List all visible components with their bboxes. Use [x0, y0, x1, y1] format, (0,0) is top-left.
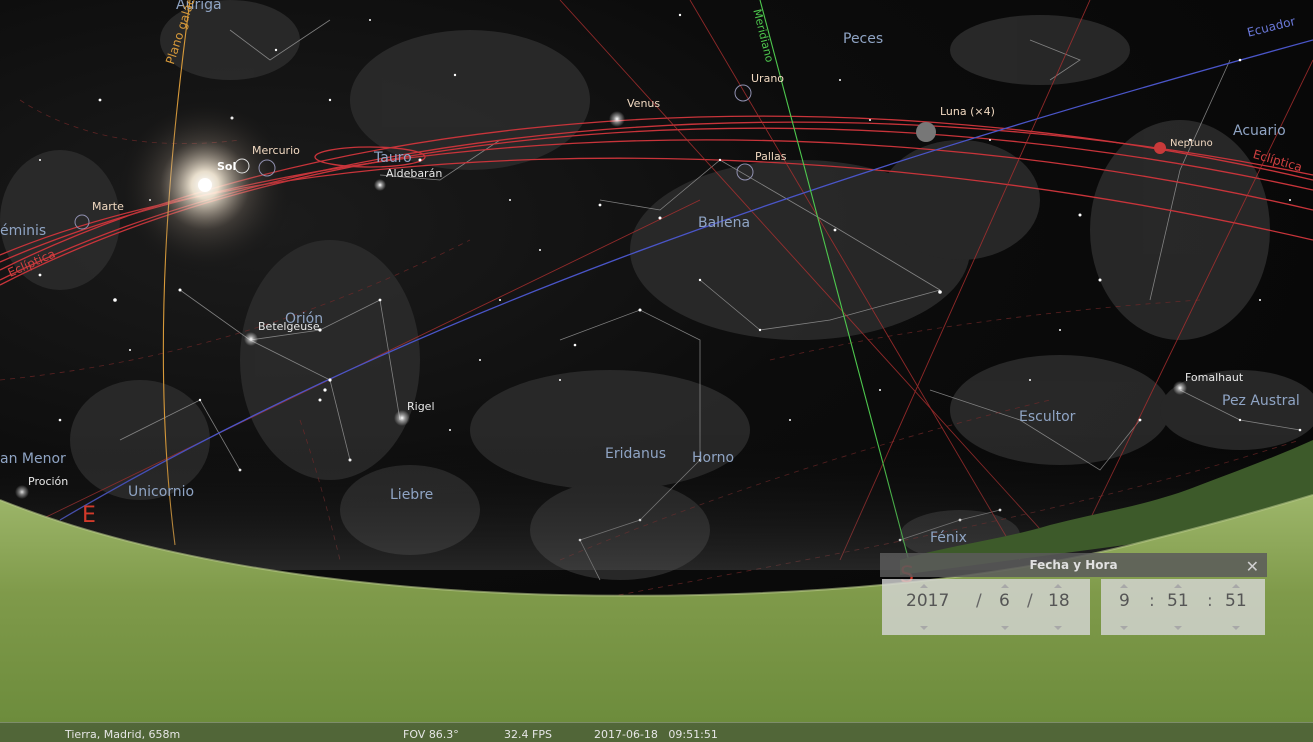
sun-disc	[198, 178, 212, 192]
moon-disc	[916, 122, 936, 142]
venus-planet	[609, 111, 625, 127]
constellation-label-monoceros: Unicornio	[128, 484, 195, 500]
second-up-icon[interactable]	[1232, 584, 1240, 588]
year-spinner[interactable]: 2017	[902, 579, 952, 635]
close-icon[interactable]: ✕	[1246, 555, 1259, 579]
month-field[interactable]: 6	[999, 591, 1010, 611]
aldebaran-star	[374, 179, 386, 191]
second-field[interactable]: 51	[1225, 591, 1247, 611]
sky-view[interactable]: Auriga Peces Acuario Tauro éminis Ballen…	[0, 0, 1313, 742]
year-field[interactable]: 2017	[906, 591, 949, 611]
location-text: Tierra, Madrid, 658m	[65, 728, 181, 741]
planet-label-mercury: Mercurio	[252, 144, 300, 157]
constellation-label-fornax: Horno	[692, 450, 735, 466]
status-bar: Tierra, Madrid, 658m FOV 86.3° 32.4 FPS …	[0, 722, 1313, 742]
star-label-aldebaran: Aldebarán	[386, 167, 443, 180]
day-field[interactable]: 18	[1048, 591, 1070, 611]
planet-label-moon: Luna (×4)	[940, 105, 995, 118]
minute-up-icon[interactable]	[1174, 584, 1182, 588]
second-spinner[interactable]: 51	[1219, 579, 1253, 635]
constellation-label-gemini: éminis	[0, 223, 47, 239]
month-up-icon[interactable]	[1001, 584, 1009, 588]
constellation-label-pisces: Peces	[843, 31, 884, 47]
constellation-label-phoenix: Fénix	[930, 530, 967, 546]
star-label-betelgeuse: Betelgeuse	[258, 320, 320, 333]
constellation-label-taurus: Tauro	[374, 150, 412, 166]
uranus-marker	[734, 84, 752, 102]
betelgeuse-star	[244, 332, 258, 346]
planet-label-venus: Venus	[627, 97, 661, 110]
hour-up-icon[interactable]	[1120, 584, 1128, 588]
fov-text: FOV 86.3°	[403, 728, 459, 741]
time-panel: 9 : 51 : 51	[1101, 579, 1265, 635]
hour-down-icon[interactable]	[1120, 626, 1128, 630]
planet-label-mars: Marte	[92, 200, 124, 213]
month-spinner[interactable]: 6	[992, 579, 1018, 635]
star-label-procyon: Proción	[28, 475, 69, 488]
neptune-marker	[1154, 142, 1166, 154]
constellation-label-eridanus: Eridanus	[605, 446, 666, 462]
fps-text: 32.4 FPS	[504, 728, 552, 741]
time-separator: :	[1149, 591, 1155, 611]
date-time-dialog: Fecha y Hora ✕ 2017 / 6 / 18 9: 51: 51	[880, 553, 1267, 637]
star-label-fomalhaut: Fomalhaut	[1185, 371, 1244, 384]
dialog-title: Fecha y Hora	[1029, 558, 1118, 572]
hour-field[interactable]: 9	[1119, 591, 1130, 611]
year-down-icon[interactable]	[920, 626, 928, 630]
date-separator: /	[1027, 591, 1033, 611]
day-down-icon[interactable]	[1054, 626, 1062, 630]
constellation-label-sculptor: Escultor	[1019, 409, 1076, 425]
hour-spinner[interactable]: 9	[1111, 579, 1137, 635]
minute-spinner[interactable]: 51	[1161, 579, 1195, 635]
year-up-icon[interactable]	[920, 584, 928, 588]
day-spinner[interactable]: 18	[1042, 579, 1076, 635]
constellation-label-aquarius: Acuario	[1233, 123, 1286, 139]
constellation-label-cetus: Ballena	[698, 215, 751, 231]
minute-field[interactable]: 51	[1167, 591, 1189, 611]
star-label-rigel: Rigel	[407, 400, 435, 413]
planet-label-pallas: Pallas	[755, 150, 787, 163]
date-separator: /	[976, 591, 982, 611]
time-separator: :	[1207, 591, 1213, 611]
planet-label-neptune: Neptuno	[1170, 138, 1213, 149]
planet-label-uranus: Urano	[751, 72, 785, 85]
constellation-label-piscis-austrinus: Pez Austral	[1222, 393, 1300, 409]
second-down-icon[interactable]	[1232, 626, 1240, 630]
day-up-icon[interactable]	[1054, 584, 1062, 588]
cardinal-east: E	[82, 503, 96, 528]
minute-down-icon[interactable]	[1174, 626, 1182, 630]
planet-label-sun: Sol	[217, 160, 237, 173]
month-down-icon[interactable]	[1001, 626, 1009, 630]
constellation-label-canis-minor: an Menor	[0, 451, 66, 467]
constellation-label-lepus: Liebre	[390, 487, 434, 503]
datetime-text: 2017-06-18 09:51:51	[594, 728, 718, 741]
dialog-title-bar[interactable]: Fecha y Hora ✕	[880, 553, 1267, 577]
date-panel: 2017 / 6 / 18	[882, 579, 1090, 635]
